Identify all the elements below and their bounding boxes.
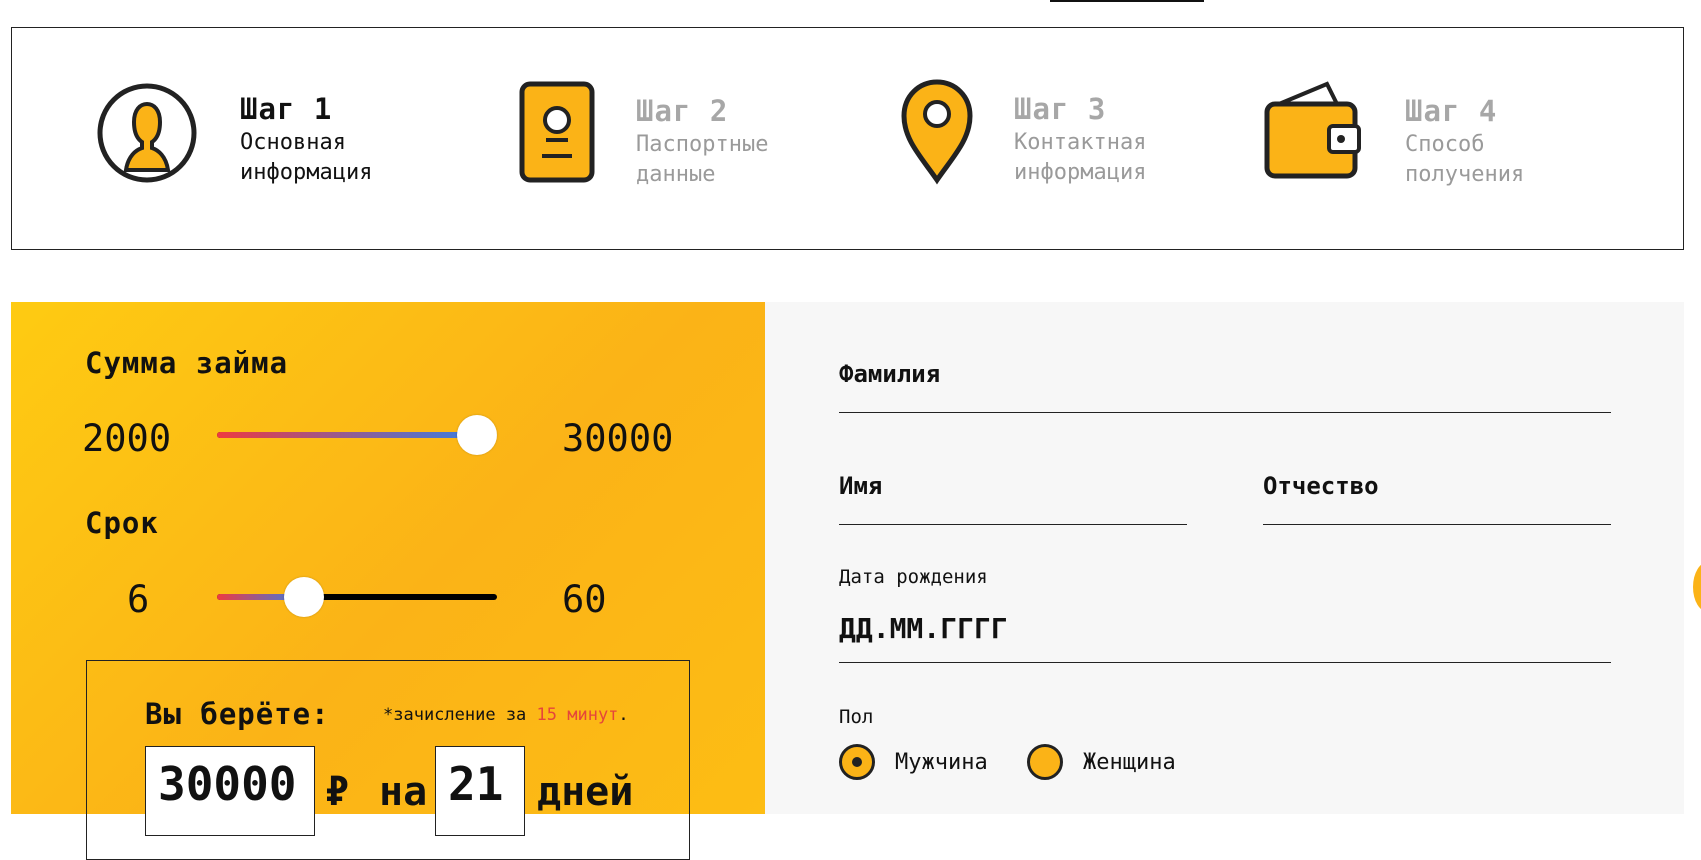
amount-min: 2000 — [82, 417, 172, 460]
term-slider[interactable] — [217, 577, 497, 617]
amount-title: Сумма займа — [85, 346, 289, 380]
step-description: Паспортные данные — [636, 132, 769, 187]
name-label: Имя — [839, 472, 883, 500]
radio-selected-icon — [839, 744, 875, 780]
amount-value-field[interactable]: 30000 — [145, 746, 315, 836]
wallet-icon — [1257, 78, 1367, 188]
gender-label: Пол — [839, 706, 874, 728]
steps-bar: Шаг 1 Основная информация Шаг 2 Паспортны… — [11, 27, 1684, 250]
step-description: Контактная информация — [1014, 130, 1147, 185]
loan-calculator: Сумма займа 2000 30000 Срок 6 60 Вы берё… — [11, 302, 765, 860]
loan-summary: Вы берёте: *зачисление за 15 минут. 3000… — [86, 660, 690, 860]
location-pin-icon — [882, 78, 992, 188]
step-number: Шаг 3 — [1014, 92, 1107, 126]
on-word: на — [379, 769, 428, 815]
passport-icon — [502, 78, 612, 188]
transfer-note: *зачисление за 15 минут. — [383, 705, 629, 725]
radio-unselected-icon — [1027, 744, 1063, 780]
name-field[interactable]: Имя — [839, 464, 1187, 525]
currency-sign: ₽ — [325, 769, 350, 815]
term-min: 6 — [127, 578, 150, 621]
step-number: Шаг 4 — [1405, 94, 1498, 128]
term-slider-handle[interactable] — [284, 577, 324, 617]
step-description: Способ получения — [1405, 132, 1525, 187]
term-title: Срок — [85, 506, 159, 540]
step-number: Шаг 2 — [636, 94, 729, 128]
gender-male-radio[interactable]: Мужчина — [839, 744, 988, 780]
step-number: Шаг 1 — [240, 92, 333, 126]
summary-label: Вы берёте: — [145, 697, 330, 731]
term-max: 60 — [562, 578, 607, 621]
days-word: дней — [537, 769, 634, 815]
dob-placeholder: ДД.ММ.ГГГГ — [839, 612, 1008, 645]
amount-max: 30000 — [562, 417, 674, 460]
amount-slider-fill — [217, 432, 477, 438]
gender-female-radio[interactable]: Женщина — [1027, 744, 1176, 780]
surname-field[interactable]: Фамилия — [839, 352, 1611, 413]
side-widget-button[interactable] — [1693, 562, 1701, 612]
personal-info-form: Фамилия Имя Отчество Дата рождения ДД.ММ… — [765, 302, 1684, 814]
user-icon — [92, 78, 202, 188]
gender-female-label: Женщина — [1083, 749, 1176, 775]
patronymic-label: Отчество — [1263, 472, 1379, 500]
dob-label: Дата рождения — [839, 566, 988, 588]
top-tab-indicator — [1050, 0, 1204, 2]
patronymic-field[interactable]: Отчество — [1263, 464, 1611, 525]
surname-label: Фамилия — [839, 360, 941, 388]
step-description: Основная информация — [240, 130, 373, 185]
amount-slider-handle[interactable] — [457, 415, 497, 455]
gender-male-label: Мужчина — [895, 749, 988, 775]
amount-slider[interactable] — [217, 415, 497, 455]
dob-field[interactable]: ДД.ММ.ГГГГ — [839, 602, 1611, 663]
days-value-field[interactable]: 21 — [435, 746, 525, 836]
